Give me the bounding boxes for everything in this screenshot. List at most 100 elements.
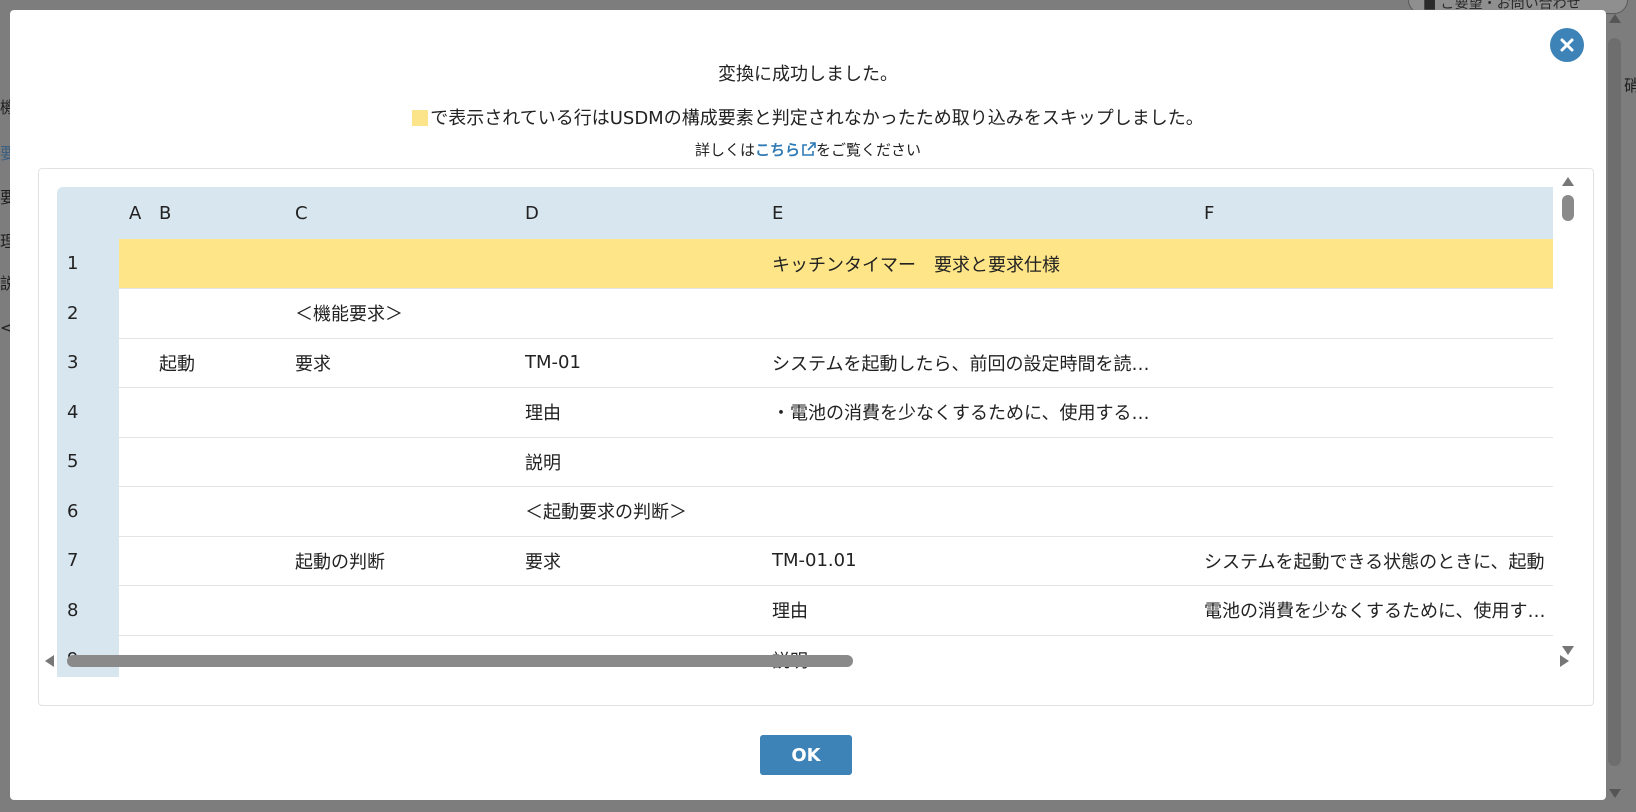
- table-cell: 説明: [515, 437, 762, 487]
- scrollbar-thumb[interactable]: [67, 655, 853, 667]
- table-cell: [762, 288, 1194, 339]
- column-header: A: [119, 187, 149, 239]
- row-number: 2: [57, 288, 119, 338]
- row-number: 5: [57, 437, 119, 487]
- table-cell: [515, 288, 762, 339]
- table-cell: [285, 239, 515, 289]
- detail-link-label: こちら: [754, 141, 800, 159]
- table-cell: [119, 338, 149, 388]
- table-cell: [1194, 387, 1553, 438]
- column-header: F: [1194, 187, 1553, 239]
- table-cell: [149, 486, 285, 537]
- table-cell: [1194, 338, 1553, 388]
- table-cell: [149, 387, 285, 438]
- external-link-icon: [802, 142, 816, 156]
- table-row: 4 理由 ・電池の消費を少なくするために、使用する…: [57, 387, 1553, 438]
- table-cell: [149, 536, 285, 586]
- table-cell: [285, 437, 515, 487]
- table-row: 2 ＜機能要求＞: [57, 288, 1553, 339]
- table-cell: 要求: [285, 338, 515, 388]
- table-row: 5 説明: [57, 437, 1553, 487]
- close-button[interactable]: [1550, 28, 1584, 62]
- table-cell: [285, 585, 515, 636]
- table-vertical-scrollbar[interactable]: [1559, 177, 1577, 655]
- column-header: D: [515, 187, 762, 239]
- detail-prefix: 詳しくは: [694, 141, 755, 159]
- detail-link[interactable]: こちら: [755, 141, 816, 159]
- table-cell: ・電池の消費を少なくするために、使用する…: [762, 387, 1194, 438]
- table-row-skipped: 1 キッチンタイマー 要求と要求仕様: [57, 239, 1553, 289]
- table-cell: 理由: [762, 585, 1194, 636]
- scroll-up-arrow-icon[interactable]: [1562, 177, 1574, 186]
- table-horizontal-scrollbar[interactable]: [45, 653, 1589, 669]
- table-cell: [119, 288, 149, 339]
- table-cell: [762, 486, 1194, 537]
- table-cell: [119, 536, 149, 586]
- preview-table-frame: A B C D E F 1 キッチンタイマー 要求と要求仕様 2 ＜機能要求＞ …: [38, 168, 1594, 706]
- dialog-title: 変換に成功しました。: [718, 64, 898, 85]
- skip-notice: で表示されている行はUSDMの構成要素と判定されなかったため取り込みをスキップし…: [10, 104, 1606, 130]
- table-cell: ＜機能要求＞: [285, 288, 515, 339]
- detail-suffix: をご覧ください: [816, 141, 922, 159]
- scrollbar-thumb[interactable]: [1608, 38, 1621, 766]
- row-number: 8: [57, 585, 119, 635]
- column-header-row: A B C D E F: [57, 187, 1553, 239]
- background-text-fragment: 硝: [1624, 76, 1636, 95]
- row-number: 7: [57, 536, 119, 586]
- preview-table: A B C D E F 1 キッチンタイマー 要求と要求仕様 2 ＜機能要求＞ …: [57, 187, 1553, 677]
- table-row: 6 ＜起動要求の判断＞: [57, 486, 1553, 537]
- row-number: 1: [57, 239, 119, 289]
- table-cell: [119, 585, 149, 636]
- column-header: C: [285, 187, 515, 239]
- table-cell: [762, 437, 1194, 487]
- table-cell: [119, 486, 149, 537]
- table-cell: 起動: [149, 338, 285, 388]
- table-cell: システムを起動できる状態のときに、起動: [1194, 536, 1553, 586]
- table-cell: TM-01.01: [762, 536, 1194, 586]
- table-cell: 要求: [515, 536, 762, 586]
- row-number: 4: [57, 387, 119, 437]
- row-number: 3: [57, 338, 119, 388]
- table-row: 7 起動の判断 要求 TM-01.01 システムを起動できる状態のときに、起動: [57, 536, 1553, 586]
- conversion-result-dialog: 変換に成功しました。 で表示されている行はUSDMの構成要素と判定されなかったた…: [10, 10, 1606, 800]
- scroll-right-arrow-icon[interactable]: [1560, 655, 1569, 667]
- table-cell: [515, 239, 762, 289]
- table-cell: 起動の判断: [285, 536, 515, 586]
- preview-table-viewport[interactable]: A B C D E F 1 キッチンタイマー 要求と要求仕様 2 ＜機能要求＞ …: [57, 187, 1553, 677]
- table-cell: 電池の消費を少なくするために、使用す…: [1194, 585, 1553, 636]
- scrollbar-thumb[interactable]: [1562, 195, 1574, 221]
- table-cell: [515, 585, 762, 636]
- table-cell: [149, 437, 285, 487]
- column-header: B: [149, 187, 285, 239]
- table-cell: [149, 239, 285, 289]
- table-cell: [1194, 288, 1553, 339]
- highlight-swatch: [412, 110, 429, 126]
- column-header: E: [762, 187, 1194, 239]
- table-cell: [119, 437, 149, 487]
- scroll-down-arrow-icon[interactable]: [1609, 789, 1621, 798]
- close-icon: [1560, 38, 1574, 52]
- table-cell: [149, 288, 285, 339]
- table-cell: [285, 387, 515, 438]
- table-cell: キッチンタイマー 要求と要求仕様: [762, 239, 1194, 289]
- table-cell: ＜起動要求の判断＞: [515, 486, 762, 537]
- table-row: 8 理由 電池の消費を少なくするために、使用す…: [57, 585, 1553, 636]
- table-cell: [149, 585, 285, 636]
- table-cell: [1194, 239, 1553, 289]
- table-cell: システムを起動したら、前回の設定時間を読…: [762, 338, 1194, 388]
- table-cell: [1194, 437, 1553, 487]
- scroll-up-arrow-icon[interactable]: [1609, 14, 1621, 23]
- table-cell: [119, 239, 149, 289]
- table-cell: 理由: [515, 387, 762, 438]
- scroll-left-arrow-icon[interactable]: [45, 655, 54, 667]
- page-vertical-scrollbar[interactable]: [1606, 14, 1624, 798]
- table-cell: TM-01: [515, 338, 762, 388]
- table-cell: [1194, 486, 1553, 537]
- skip-notice-text: で表示されている行はUSDMの構成要素と判定されなかったため取り込みをスキップし…: [430, 108, 1204, 129]
- detail-line: 詳しくはこちら をご覧ください: [10, 139, 1606, 160]
- row-number: 6: [57, 486, 119, 536]
- corner-cell: [57, 187, 119, 239]
- table-row: 3 起動 要求 TM-01 システムを起動したら、前回の設定時間を読…: [57, 338, 1553, 388]
- ok-button[interactable]: OK: [760, 735, 852, 775]
- table-cell: [285, 486, 515, 537]
